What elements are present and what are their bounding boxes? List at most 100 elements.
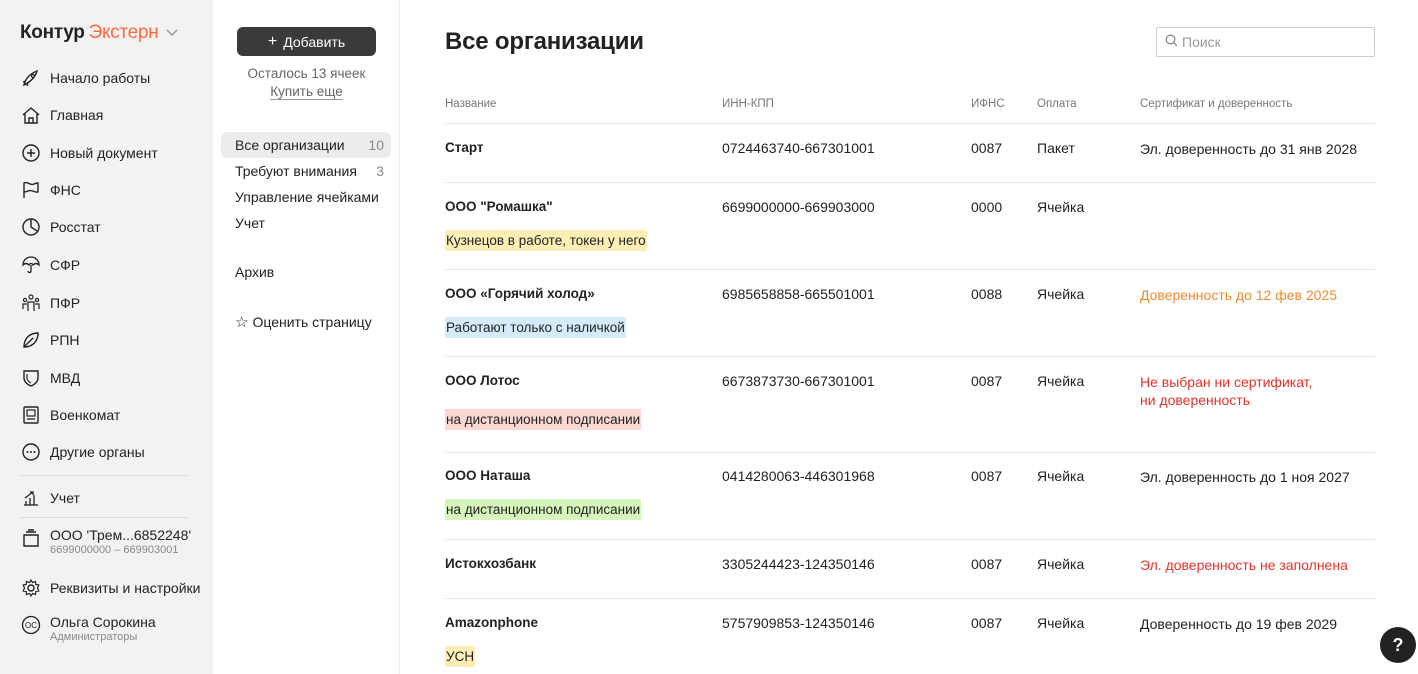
inn-kpp: 6985658858-665501001 bbox=[722, 286, 875, 302]
logo-extern: Экстерн bbox=[88, 22, 159, 43]
filter-label: Управление ячейками bbox=[235, 189, 379, 205]
sidebar-item-new-document[interactable]: Новый документ bbox=[20, 141, 210, 165]
filter-archive[interactable]: Архив bbox=[221, 259, 391, 285]
filter-label: Учет bbox=[235, 215, 265, 231]
organizations-main: Все организации Название ИНН-КПП ИФНС Оп… bbox=[400, 0, 1418, 674]
sidebar-item-label: Начало работы bbox=[50, 70, 151, 86]
org-note-tag: Работают только с наличкой bbox=[445, 317, 626, 338]
organization-icon bbox=[20, 527, 42, 549]
filter-count: 3 bbox=[376, 163, 384, 179]
org-name-link[interactable]: ООО «Горячий холод» bbox=[445, 286, 595, 301]
ifns-code: 0087 bbox=[971, 556, 1003, 572]
cert-status: Доверенность до 19 фев 2029 bbox=[1140, 616, 1337, 632]
payment-type: Ячейка bbox=[1037, 199, 1085, 215]
filter-count: 10 bbox=[368, 137, 384, 153]
sidebar-item-rpn[interactable]: РПН bbox=[20, 328, 210, 352]
inn-kpp: 0724463740-667301001 bbox=[722, 140, 875, 156]
row-divider bbox=[445, 356, 1375, 357]
org-note-tag: на дистанционном подписании bbox=[445, 409, 642, 430]
row-divider bbox=[445, 598, 1375, 599]
sidebar-item-military[interactable]: Военкомат bbox=[20, 403, 210, 427]
ifns-code: 0087 bbox=[971, 468, 1003, 484]
help-button[interactable]: ? bbox=[1380, 627, 1416, 663]
sidebar-item-label: Главная bbox=[50, 107, 104, 123]
sidebar-item-label: РПН bbox=[50, 332, 80, 348]
growth-chart-icon bbox=[20, 487, 42, 509]
sidebar-divider bbox=[20, 517, 188, 518]
sidebar-item-label: ФНС bbox=[50, 182, 81, 198]
inn-kpp: 3305244423-124350146 bbox=[722, 556, 875, 572]
avatar: ОС bbox=[20, 614, 42, 636]
sidebar-item-start[interactable]: Начало работы bbox=[20, 66, 210, 90]
filter-label: Все организации bbox=[235, 137, 345, 153]
sidebar-item-pfr[interactable]: ПФР bbox=[20, 291, 210, 315]
ifns-code: 0000 bbox=[971, 199, 1003, 215]
column-header-ifns: ИФНС bbox=[971, 98, 1005, 110]
header-divider bbox=[445, 123, 1375, 124]
buy-more-link[interactable]: Купить еще bbox=[270, 84, 343, 100]
sidebar-org-switcher[interactable]: ООО 'Трем...6852248' 6699000000 – 669903… bbox=[20, 527, 210, 561]
cert-status: Эл. доверенность не заполнена bbox=[1140, 557, 1348, 573]
inn-kpp: 0414280063-446301968 bbox=[722, 468, 875, 484]
row-divider bbox=[445, 269, 1375, 270]
app-logo[interactable]: Контур Экстерн bbox=[20, 22, 178, 44]
org-name-link[interactable]: Amazonphone bbox=[445, 615, 538, 630]
gear-icon bbox=[20, 577, 42, 599]
ifns-code: 0087 bbox=[971, 615, 1003, 631]
org-note-tag: Кузнецов в работе, токен у него bbox=[445, 230, 647, 251]
sidebar-item-label: МВД bbox=[50, 370, 81, 386]
sidebar-item-label: Росстат bbox=[50, 219, 101, 235]
sidebar-item-settings[interactable]: Реквизиты и настройки bbox=[20, 576, 210, 600]
sidebar-item-label: Военкомат bbox=[50, 407, 121, 423]
chevron-down-icon bbox=[166, 26, 178, 40]
org-name-link[interactable]: Старт bbox=[445, 140, 484, 155]
filter-cell-management[interactable]: Управление ячейками bbox=[221, 184, 391, 210]
home-icon bbox=[20, 104, 42, 126]
sidebar-item-home[interactable]: Главная bbox=[20, 103, 210, 127]
column-header-cert: Сертификат и доверенность bbox=[1140, 98, 1293, 110]
org-name-link[interactable]: ООО Лотос bbox=[445, 373, 520, 388]
row-divider bbox=[445, 452, 1375, 453]
sidebar-item-mvd[interactable]: МВД bbox=[20, 366, 210, 390]
sidebar-item-label: ПФР bbox=[50, 295, 81, 311]
org-name-link[interactable]: ООО Наташа bbox=[445, 468, 530, 483]
add-organization-button[interactable]: + Добавить bbox=[237, 27, 376, 56]
search-input[interactable] bbox=[1182, 34, 1362, 50]
org-inn: 6699000000 – 669903001 bbox=[50, 544, 179, 556]
sidebar-item-rosstat[interactable]: Росстат bbox=[20, 215, 210, 239]
rate-label: Оценить страницу bbox=[252, 314, 372, 330]
sidebar-item-accounting[interactable]: Учет bbox=[20, 486, 210, 510]
cells-remaining: Осталось 13 ячеек bbox=[247, 66, 366, 81]
org-note-tag: на дистанционном подписании bbox=[445, 499, 642, 520]
flag-icon bbox=[20, 179, 42, 201]
row-divider bbox=[445, 182, 1375, 183]
star-icon: ☆ bbox=[235, 314, 249, 331]
filter-accounting[interactable]: Учет bbox=[221, 210, 391, 236]
sidebar-item-sfr[interactable]: СФР bbox=[20, 253, 210, 277]
payment-type: Ячейка bbox=[1037, 556, 1085, 572]
sidebar-item-label: Новый документ bbox=[50, 145, 158, 161]
sidebar-item-label: Реквизиты и настройки bbox=[50, 580, 201, 596]
org-name-link[interactable]: Истокхозбанк bbox=[445, 556, 536, 571]
filter-all-organizations[interactable]: Все организации 10 bbox=[221, 132, 391, 158]
org-name-link[interactable]: ООО "Ромашка" bbox=[445, 199, 553, 214]
umbrella-icon bbox=[20, 254, 42, 276]
filter-need-attention[interactable]: Требуют внимания 3 bbox=[221, 158, 391, 184]
filter-label: Архив bbox=[235, 264, 275, 280]
filter-label: Требуют внимания bbox=[235, 163, 357, 179]
sidebar-user[interactable]: ОС Ольга Сорокина Администраторы bbox=[20, 614, 210, 648]
cert-status: Эл. доверенность до 1 ноя 2027 bbox=[1140, 469, 1350, 485]
rate-page-button[interactable]: ☆ Оценить страницу bbox=[235, 313, 372, 331]
sidebar-divider bbox=[20, 475, 188, 476]
column-header-payment: Оплата bbox=[1037, 98, 1077, 110]
cert-status: Не выбран ни сертификат, bbox=[1140, 374, 1313, 390]
inn-kpp: 6673873730-667301001 bbox=[722, 373, 875, 389]
sidebar-item-fns[interactable]: ФНС bbox=[20, 178, 210, 202]
sidebar-item-other[interactable]: Другие органы bbox=[20, 440, 210, 464]
search-box[interactable] bbox=[1156, 27, 1375, 57]
org-filter-panel: + Добавить Осталось 13 ячеек Купить еще … bbox=[213, 0, 400, 674]
column-header-inn: ИНН-КПП bbox=[722, 98, 774, 110]
ifns-code: 0087 bbox=[971, 140, 1003, 156]
more-circle-icon bbox=[20, 441, 42, 463]
column-header-name: Название bbox=[445, 98, 497, 110]
